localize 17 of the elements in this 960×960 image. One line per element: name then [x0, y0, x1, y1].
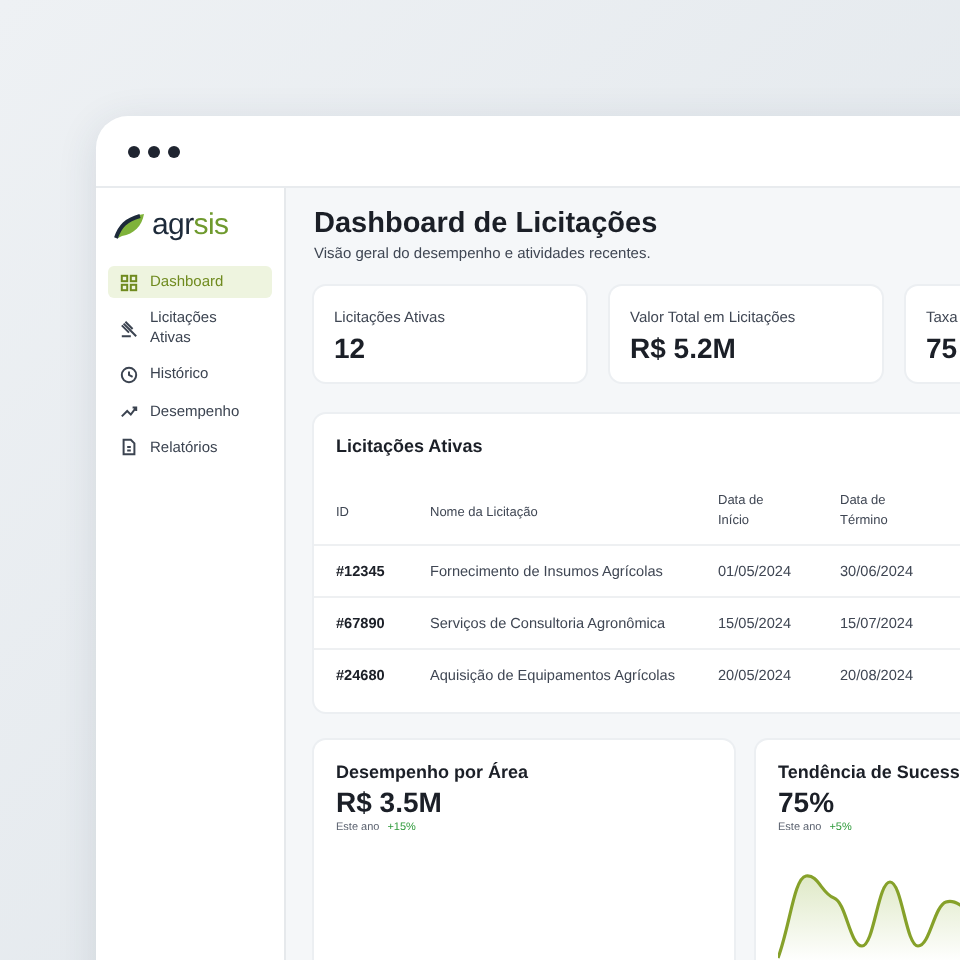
document-icon — [120, 438, 138, 457]
stat-value: 75 — [926, 332, 958, 364]
stat-value: 12 — [334, 332, 366, 364]
panel-title: Desempenho por Área — [336, 762, 529, 782]
panel-value: 75% — [778, 786, 835, 818]
logo-text: agrsis — [152, 208, 229, 242]
trend-icon — [120, 402, 138, 421]
gavel-icon — [120, 319, 138, 338]
panel-value: R$ 3.5M — [336, 786, 442, 818]
leaf-logo-icon — [114, 211, 146, 239]
table-title: Licitações Ativas — [334, 434, 485, 460]
page-title: Dashboard de Licitações — [314, 208, 660, 240]
grid-icon — [120, 273, 138, 292]
history-icon — [120, 365, 138, 384]
window-dots-icon — [128, 145, 180, 157]
stat-value: R$ 5.2M — [630, 332, 736, 364]
panel-title: Tendência de Sucess — [778, 762, 960, 782]
